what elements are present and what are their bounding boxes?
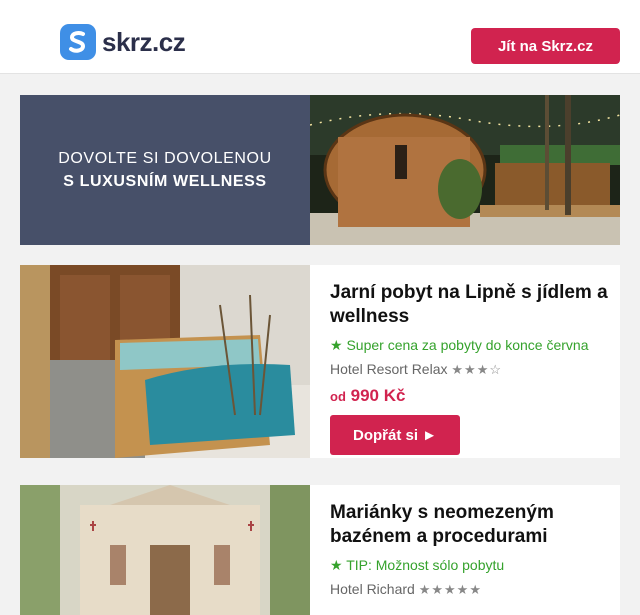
skrz-logo[interactable]: skrz.cz	[60, 24, 186, 60]
price-prefix: od	[330, 389, 346, 404]
banner-text: DOVOLTE SI DOVOLENOU S LUXUSNÍM WELLNESS	[20, 95, 310, 245]
offer-details: Jarní pobyt na Lipně s jídlem a wellness…	[330, 281, 610, 455]
banner-line-1: DOVOLTE SI DOVOLENOU	[58, 150, 272, 167]
offer-hotel: Hotel Resort Relax ★★★☆	[330, 359, 610, 380]
hotel-name: Hotel Resort Relax	[330, 361, 448, 377]
offer-card[interactable]: Mariánky s neomezeným bazénem a procedur…	[20, 485, 620, 615]
offer-price: od 990 Kč	[330, 386, 610, 406]
church-image	[20, 485, 310, 615]
treat-yourself-button[interactable]: Dopřát si ►	[330, 415, 460, 455]
go-to-skrz-button[interactable]: Jít na Skrz.cz	[471, 28, 620, 64]
offer-details: Mariánky s neomezeným bazénem a procedur…	[330, 501, 610, 600]
banner-line-2: S LUXUSNÍM WELLNESS	[63, 173, 267, 190]
offer-title[interactable]: Jarní pobyt na Lipně s jídlem a wellness	[330, 281, 610, 329]
promo-banner[interactable]: DOVOLTE SI DOVOLENOU S LUXUSNÍM WELLNESS	[20, 95, 620, 245]
price-value: 990 Kč	[350, 386, 406, 405]
header: skrz.cz Jít na Skrz.cz	[0, 0, 640, 74]
offer-card[interactable]: Jarní pobyt na Lipně s jídlem a wellness…	[20, 265, 620, 458]
barrel-sauna-image	[310, 95, 620, 245]
hotel-stars: ★★★★★	[418, 582, 482, 597]
offer-hotel: Hotel Richard ★★★★★	[330, 579, 610, 600]
skrz-logo-icon	[60, 24, 96, 60]
offer-title[interactable]: Mariánky s neomezeným bazénem a procedur…	[330, 501, 610, 549]
offer-tip: ★ Super cena za pobyty do konce června	[330, 337, 589, 353]
spa-pool-image	[20, 265, 310, 458]
hotel-name: Hotel Richard	[330, 581, 415, 597]
hotel-stars: ★★★☆	[451, 362, 503, 377]
logo-text: skrz.cz	[102, 26, 186, 57]
offer-tip: ★ TIP: Možnost sólo pobytu	[330, 557, 505, 573]
